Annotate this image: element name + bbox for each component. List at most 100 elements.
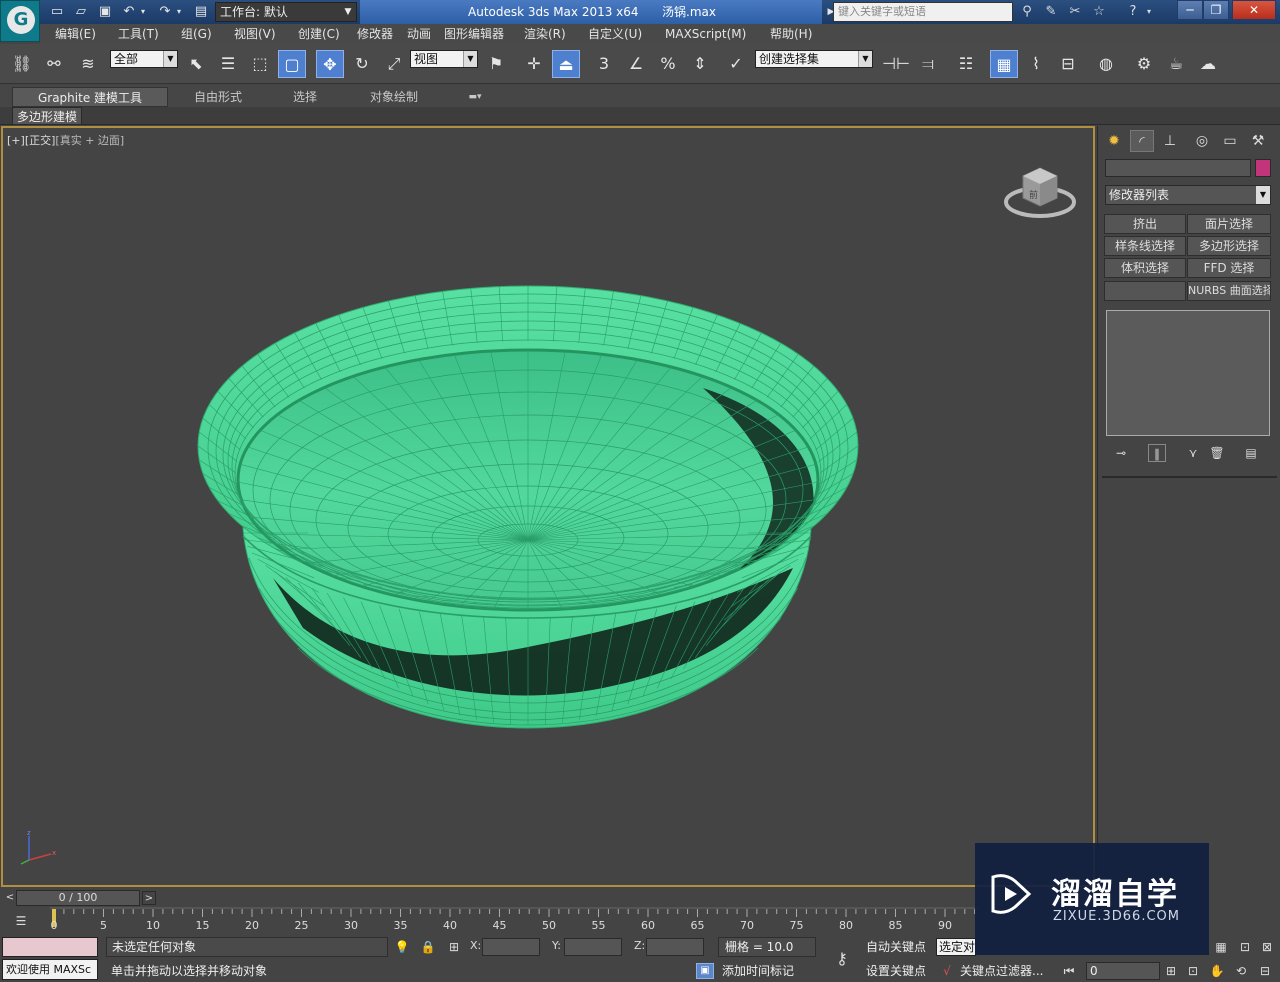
menu-maxscript[interactable]: MAXScript(M) xyxy=(665,26,746,42)
show-end-result-icon[interactable]: ∥ xyxy=(1148,444,1166,462)
select-by-name-icon[interactable]: ☰ xyxy=(214,50,242,78)
make-unique-icon[interactable]: ⋎ xyxy=(1184,444,1202,462)
snaps-toggle-icon[interactable]: 3 xyxy=(590,50,618,78)
material-editor-icon[interactable]: ◍ xyxy=(1092,50,1120,78)
utilities-tab-icon[interactable]: ⚒ xyxy=(1246,130,1270,152)
menu-rendering[interactable]: 渲染(R) xyxy=(524,26,566,42)
ribbon-options-icon[interactable]: ▬▾ xyxy=(460,87,490,107)
create-tab-icon[interactable]: ✹ xyxy=(1102,130,1126,152)
zoom-all-icon[interactable]: ▦ xyxy=(1212,938,1230,956)
select-rotate-icon[interactable]: ↻ xyxy=(348,50,376,78)
render-production-icon[interactable]: ☁ xyxy=(1194,50,1222,78)
viewport-point-of-view[interactable]: [正交] xyxy=(25,134,56,147)
absolute-mode-icon[interactable]: ⊞ xyxy=(446,939,462,955)
curve-editor-icon[interactable]: ⌇ xyxy=(1022,50,1050,78)
rectangle-selection-icon[interactable]: ⬚ xyxy=(246,50,274,78)
spline-select-button[interactable]: 样条线选择 xyxy=(1104,236,1186,256)
menu-edit[interactable]: 编辑(E) xyxy=(55,26,96,42)
track-bar[interactable]: ☰ 0 5 10 15 20 25 30 35 40 45 50 55 60 65 70 75 80 85 90 xyxy=(0,907,980,935)
menu-create[interactable]: 创建(C) xyxy=(298,26,340,42)
time-slider-prev-icon[interactable]: < xyxy=(4,891,16,905)
app-menu-button[interactable]: G xyxy=(0,0,40,42)
display-tab-icon[interactable]: ▭ xyxy=(1218,130,1242,152)
subscription-icon[interactable]: ✎ xyxy=(1042,3,1060,21)
x-coord-field[interactable] xyxy=(482,938,540,956)
select-manipulate-icon[interactable]: ✛ xyxy=(520,50,548,78)
menu-customize[interactable]: 自定义(U) xyxy=(588,26,642,42)
z-coord-field[interactable] xyxy=(646,938,704,956)
modifier-stack[interactable] xyxy=(1106,310,1270,436)
bowl-mesh[interactable] xyxy=(3,128,1093,885)
menu-views[interactable]: 视图(V) xyxy=(234,26,276,42)
redo-icon[interactable]: ↷ xyxy=(156,3,174,21)
help-icon[interactable]: ? xyxy=(1124,3,1142,21)
object-color-swatch[interactable] xyxy=(1255,159,1271,177)
motion-tab-icon[interactable]: ◎ xyxy=(1190,130,1214,152)
zoom-region-icon[interactable]: ⊡ xyxy=(1236,938,1254,956)
workspace-dropdown[interactable]: 工作台: 默认 ▼ xyxy=(215,2,357,22)
redo-dropdown-icon[interactable]: ▾ xyxy=(174,3,184,21)
layer-manager-icon[interactable]: ☷ xyxy=(952,50,980,78)
search-input[interactable]: 键入关键字或短语 xyxy=(833,2,1013,22)
help-dropdown-icon[interactable]: ▾ xyxy=(1144,3,1154,21)
zoom-extents-icon[interactable]: ⊡ xyxy=(1184,962,1202,980)
percent-snap-icon[interactable]: % xyxy=(654,50,682,78)
viewport-shading-mode[interactable]: [真实 + 边面] xyxy=(55,134,124,147)
maximize-viewport-icon[interactable]: ⊟ xyxy=(1256,962,1274,980)
select-scale-icon[interactable]: ⤢ xyxy=(380,50,408,78)
field-of-view-icon[interactable]: ⊠ xyxy=(1258,938,1276,956)
menu-animation[interactable]: 动画 xyxy=(407,26,431,42)
angle-snap-icon[interactable]: ∠ xyxy=(622,50,650,78)
spinner-snap-icon[interactable]: ⇕ xyxy=(686,50,714,78)
patch-select-button[interactable]: 面片选择 xyxy=(1187,214,1271,234)
remove-modifier-icon[interactable]: 🗑 xyxy=(1208,444,1226,462)
pivot-center-icon[interactable]: ⚑ xyxy=(482,50,510,78)
menu-group[interactable]: 组(G) xyxy=(181,26,212,42)
rendered-frame-icon[interactable]: ☕ xyxy=(1162,50,1190,78)
modifier-list-dropdown[interactable]: 修改器列表 ▼ xyxy=(1105,185,1271,205)
minimize-button[interactable]: ─ xyxy=(1177,0,1203,20)
project-folder-icon[interactable]: ▤ xyxy=(192,3,210,21)
selection-lock-icon[interactable]: 🔒 xyxy=(420,939,436,955)
unlink-icon[interactable]: ⚯ xyxy=(40,50,68,78)
render-setup-icon[interactable]: ⚙ xyxy=(1130,50,1158,78)
pin-stack-icon[interactable]: ⊸ xyxy=(1112,444,1130,462)
nurbs-surface-select-button[interactable]: NURBS 曲面选择 xyxy=(1187,281,1271,301)
tab-selection[interactable]: 选择 xyxy=(270,87,340,107)
open-file-icon[interactable]: ▱ xyxy=(72,3,90,21)
selection-filter-dropdown[interactable]: 全部 ▼ xyxy=(110,50,178,68)
go-to-start-icon[interactable]: ⏮ xyxy=(1060,962,1078,980)
time-slider-thumb[interactable]: 0 / 100 xyxy=(16,890,140,906)
polygon-modeling-panel[interactable]: 多边形建模 xyxy=(12,107,83,125)
undo-icon[interactable]: ↶ xyxy=(120,3,138,21)
key-filters-button[interactable]: 关键点过滤器... xyxy=(960,963,1043,979)
schematic-view-icon[interactable]: ⊟ xyxy=(1054,50,1082,78)
ffd-select-button[interactable]: FFD 选择 xyxy=(1187,258,1271,278)
set-key-button[interactable]: 设置关键点 xyxy=(866,961,932,981)
isolate-selection-icon[interactable]: 💡 xyxy=(394,939,410,955)
align-icon[interactable]: ⫤ xyxy=(914,50,942,78)
set-key-icon[interactable]: ⚷ xyxy=(826,947,858,971)
curve-editor-mini-icon[interactable]: ☰ xyxy=(10,912,32,930)
viewport-general-menu[interactable]: [+] xyxy=(7,134,25,147)
configure-modifier-sets-icon[interactable]: ▤ xyxy=(1242,444,1260,462)
menu-modifiers[interactable]: 修改器 xyxy=(357,26,393,42)
edit-named-selection-icon[interactable]: ✓ xyxy=(722,50,750,78)
bind-spacewarp-icon[interactable]: ≋ xyxy=(74,50,102,78)
viewport-label[interactable]: [+][正交][真实 + 边面] xyxy=(7,132,124,148)
save-icon[interactable]: ▣ xyxy=(96,3,114,21)
tab-object-paint[interactable]: 对象绘制 xyxy=(356,87,432,107)
poly-select-button[interactable]: 多边形选择 xyxy=(1187,236,1271,256)
y-coord-field[interactable] xyxy=(564,938,622,956)
graphite-toggle-icon[interactable]: ▦ xyxy=(990,50,1018,78)
viewcube-icon[interactable]: 前 xyxy=(1003,158,1077,220)
named-selection-dropdown[interactable]: 创建选择集 ▼ xyxy=(755,50,873,68)
window-crossing-icon[interactable]: ▢ xyxy=(278,50,306,78)
reference-coordinate-dropdown[interactable]: 视图 ▼ xyxy=(410,50,478,68)
add-time-tag[interactable]: 添加时间标记 xyxy=(722,963,794,979)
volume-select-button[interactable]: 体积选择 xyxy=(1104,258,1186,278)
close-button[interactable]: ✕ xyxy=(1232,0,1276,20)
current-frame-field[interactable]: 0 xyxy=(1086,962,1160,980)
tab-graphite-modeling[interactable]: Graphite 建模工具 xyxy=(12,87,168,107)
link-icon[interactable]: ⛓ xyxy=(8,50,36,78)
